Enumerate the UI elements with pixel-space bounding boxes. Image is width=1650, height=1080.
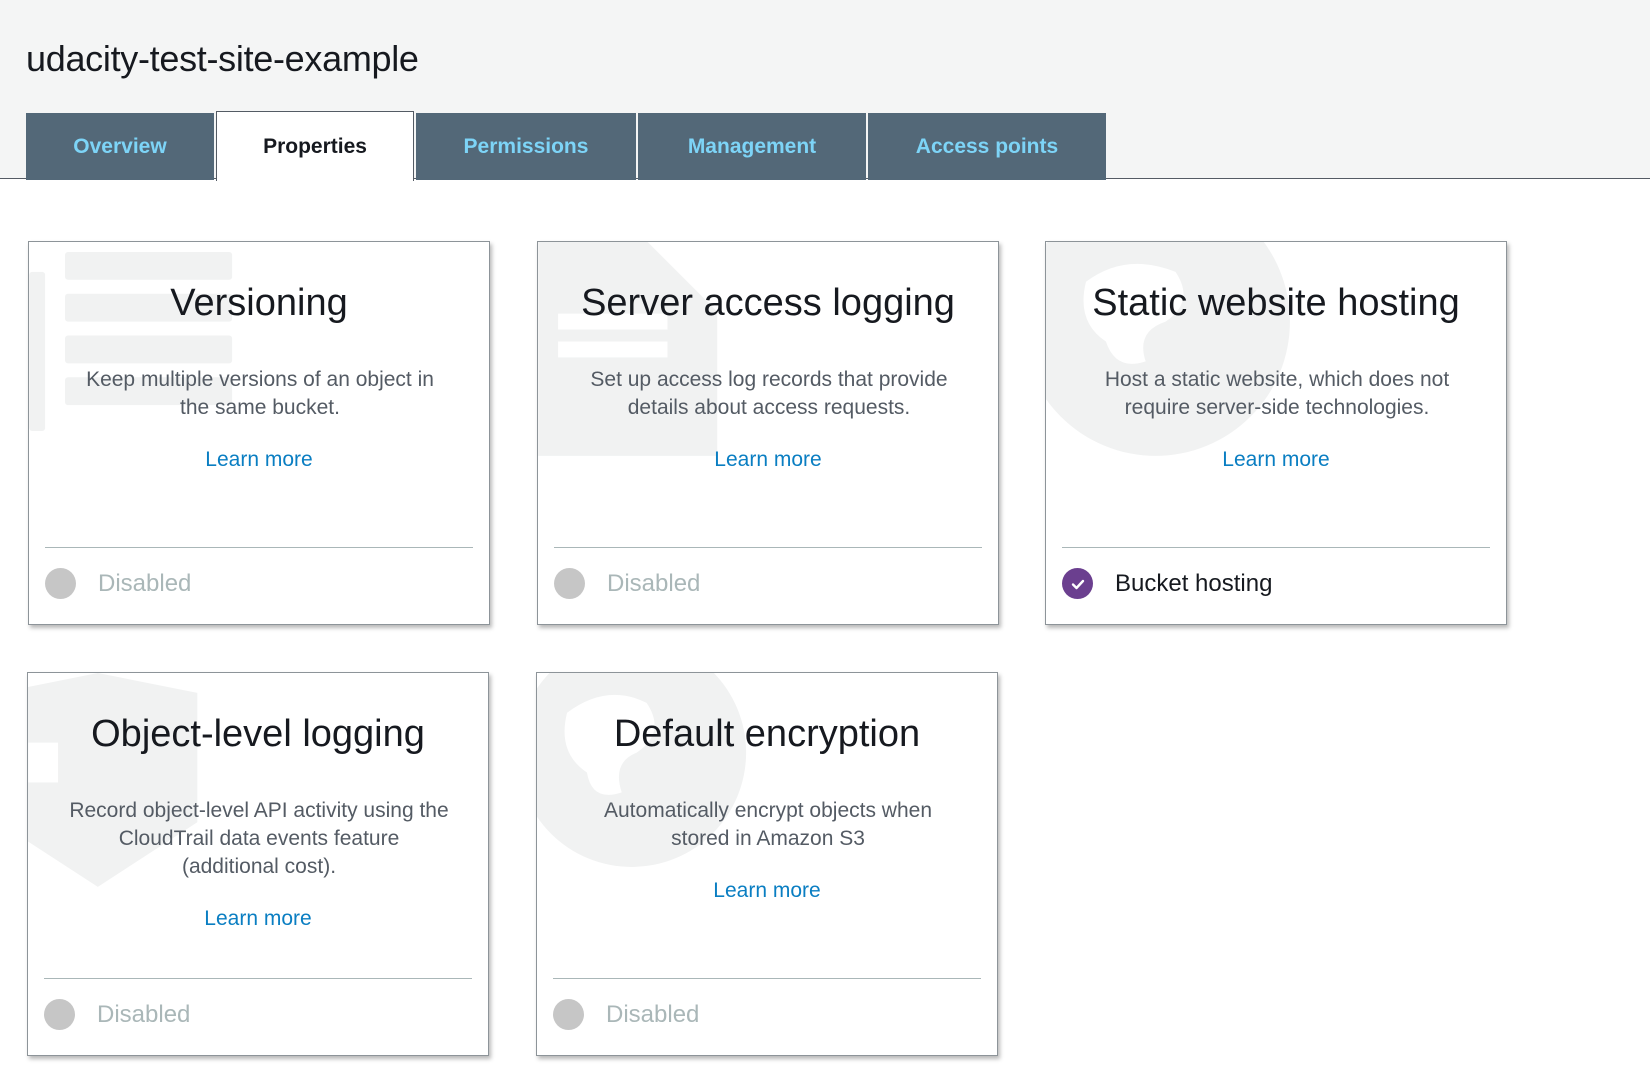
learn-more-link[interactable]: Learn more [537,879,997,903]
tab-label: Properties [263,134,367,158]
learn-more-link[interactable]: Learn more [1046,448,1506,472]
tab-access-points[interactable]: Access points [868,113,1106,180]
tab-bar: Overview Properties Permissions Manageme… [26,110,1108,181]
learn-more-link[interactable]: Learn more [28,907,488,931]
card-status: Disabled [554,568,700,599]
card-status: Bucket hosting [1062,568,1272,599]
bucket-name-title: udacity-test-site-example [26,38,419,79]
card-divider [45,547,473,548]
disabled-status-dot-icon [553,999,584,1030]
card-description: Automatically encrypt objects when store… [604,799,932,850]
tab-properties[interactable]: Properties [216,111,414,181]
card-title: Default encryption [613,713,921,755]
disabled-status-dot-icon [45,568,76,599]
status-text: Disabled [97,1000,191,1028]
card-title: Server access logging [581,282,955,324]
tab-label: Overview [73,135,167,158]
default-encryption-card[interactable]: Default encryption Automatically encrypt… [536,672,998,1056]
tab-label: Permissions [463,135,589,158]
card-title: Static website hosting [1092,282,1460,324]
tab-overview[interactable]: Overview [26,113,214,180]
object-level-logging-card[interactable]: Object-level logging Record object-level… [27,672,489,1056]
status-text: Disabled [607,569,701,597]
status-text: Disabled [98,569,192,597]
status-text: Bucket hosting [1115,569,1273,597]
bucket-header: udacity-test-site-example Overview Prope… [0,0,1650,181]
card-divider [553,978,981,979]
tab-management[interactable]: Management [638,113,866,180]
tab-label: Management [687,135,817,158]
versioning-card[interactable]: Versioning Keep multiple versions of an … [28,241,490,625]
tab-label: Access points [915,135,1059,158]
card-description: Keep multiple versions of an object in t… [86,368,434,419]
disabled-status-dot-icon [554,568,585,599]
static-website-hosting-card[interactable]: Static website hosting Host a static web… [1045,241,1507,625]
card-description: Host a static website, which does not re… [1104,368,1450,419]
card-divider [44,978,472,979]
server-access-logging-card[interactable]: Server access logging Set up access log … [537,241,999,625]
card-title: Object-level logging [91,713,425,755]
card-divider [1062,547,1490,548]
tab-permissions[interactable]: Permissions [416,113,636,180]
card-description: Record object-level API activity using t… [69,799,449,878]
learn-more-link[interactable]: Learn more [538,448,998,472]
card-status: Disabled [553,999,699,1030]
card-title: Versioning [170,282,348,324]
learn-more-link[interactable]: Learn more [29,448,489,472]
status-text: Disabled [606,1000,700,1028]
enabled-check-icon [1062,568,1093,599]
card-status: Disabled [45,568,191,599]
card-status: Disabled [44,999,190,1030]
card-description: Set up access log records that provide d… [590,368,948,419]
card-divider [554,547,982,548]
disabled-status-dot-icon [44,999,75,1030]
